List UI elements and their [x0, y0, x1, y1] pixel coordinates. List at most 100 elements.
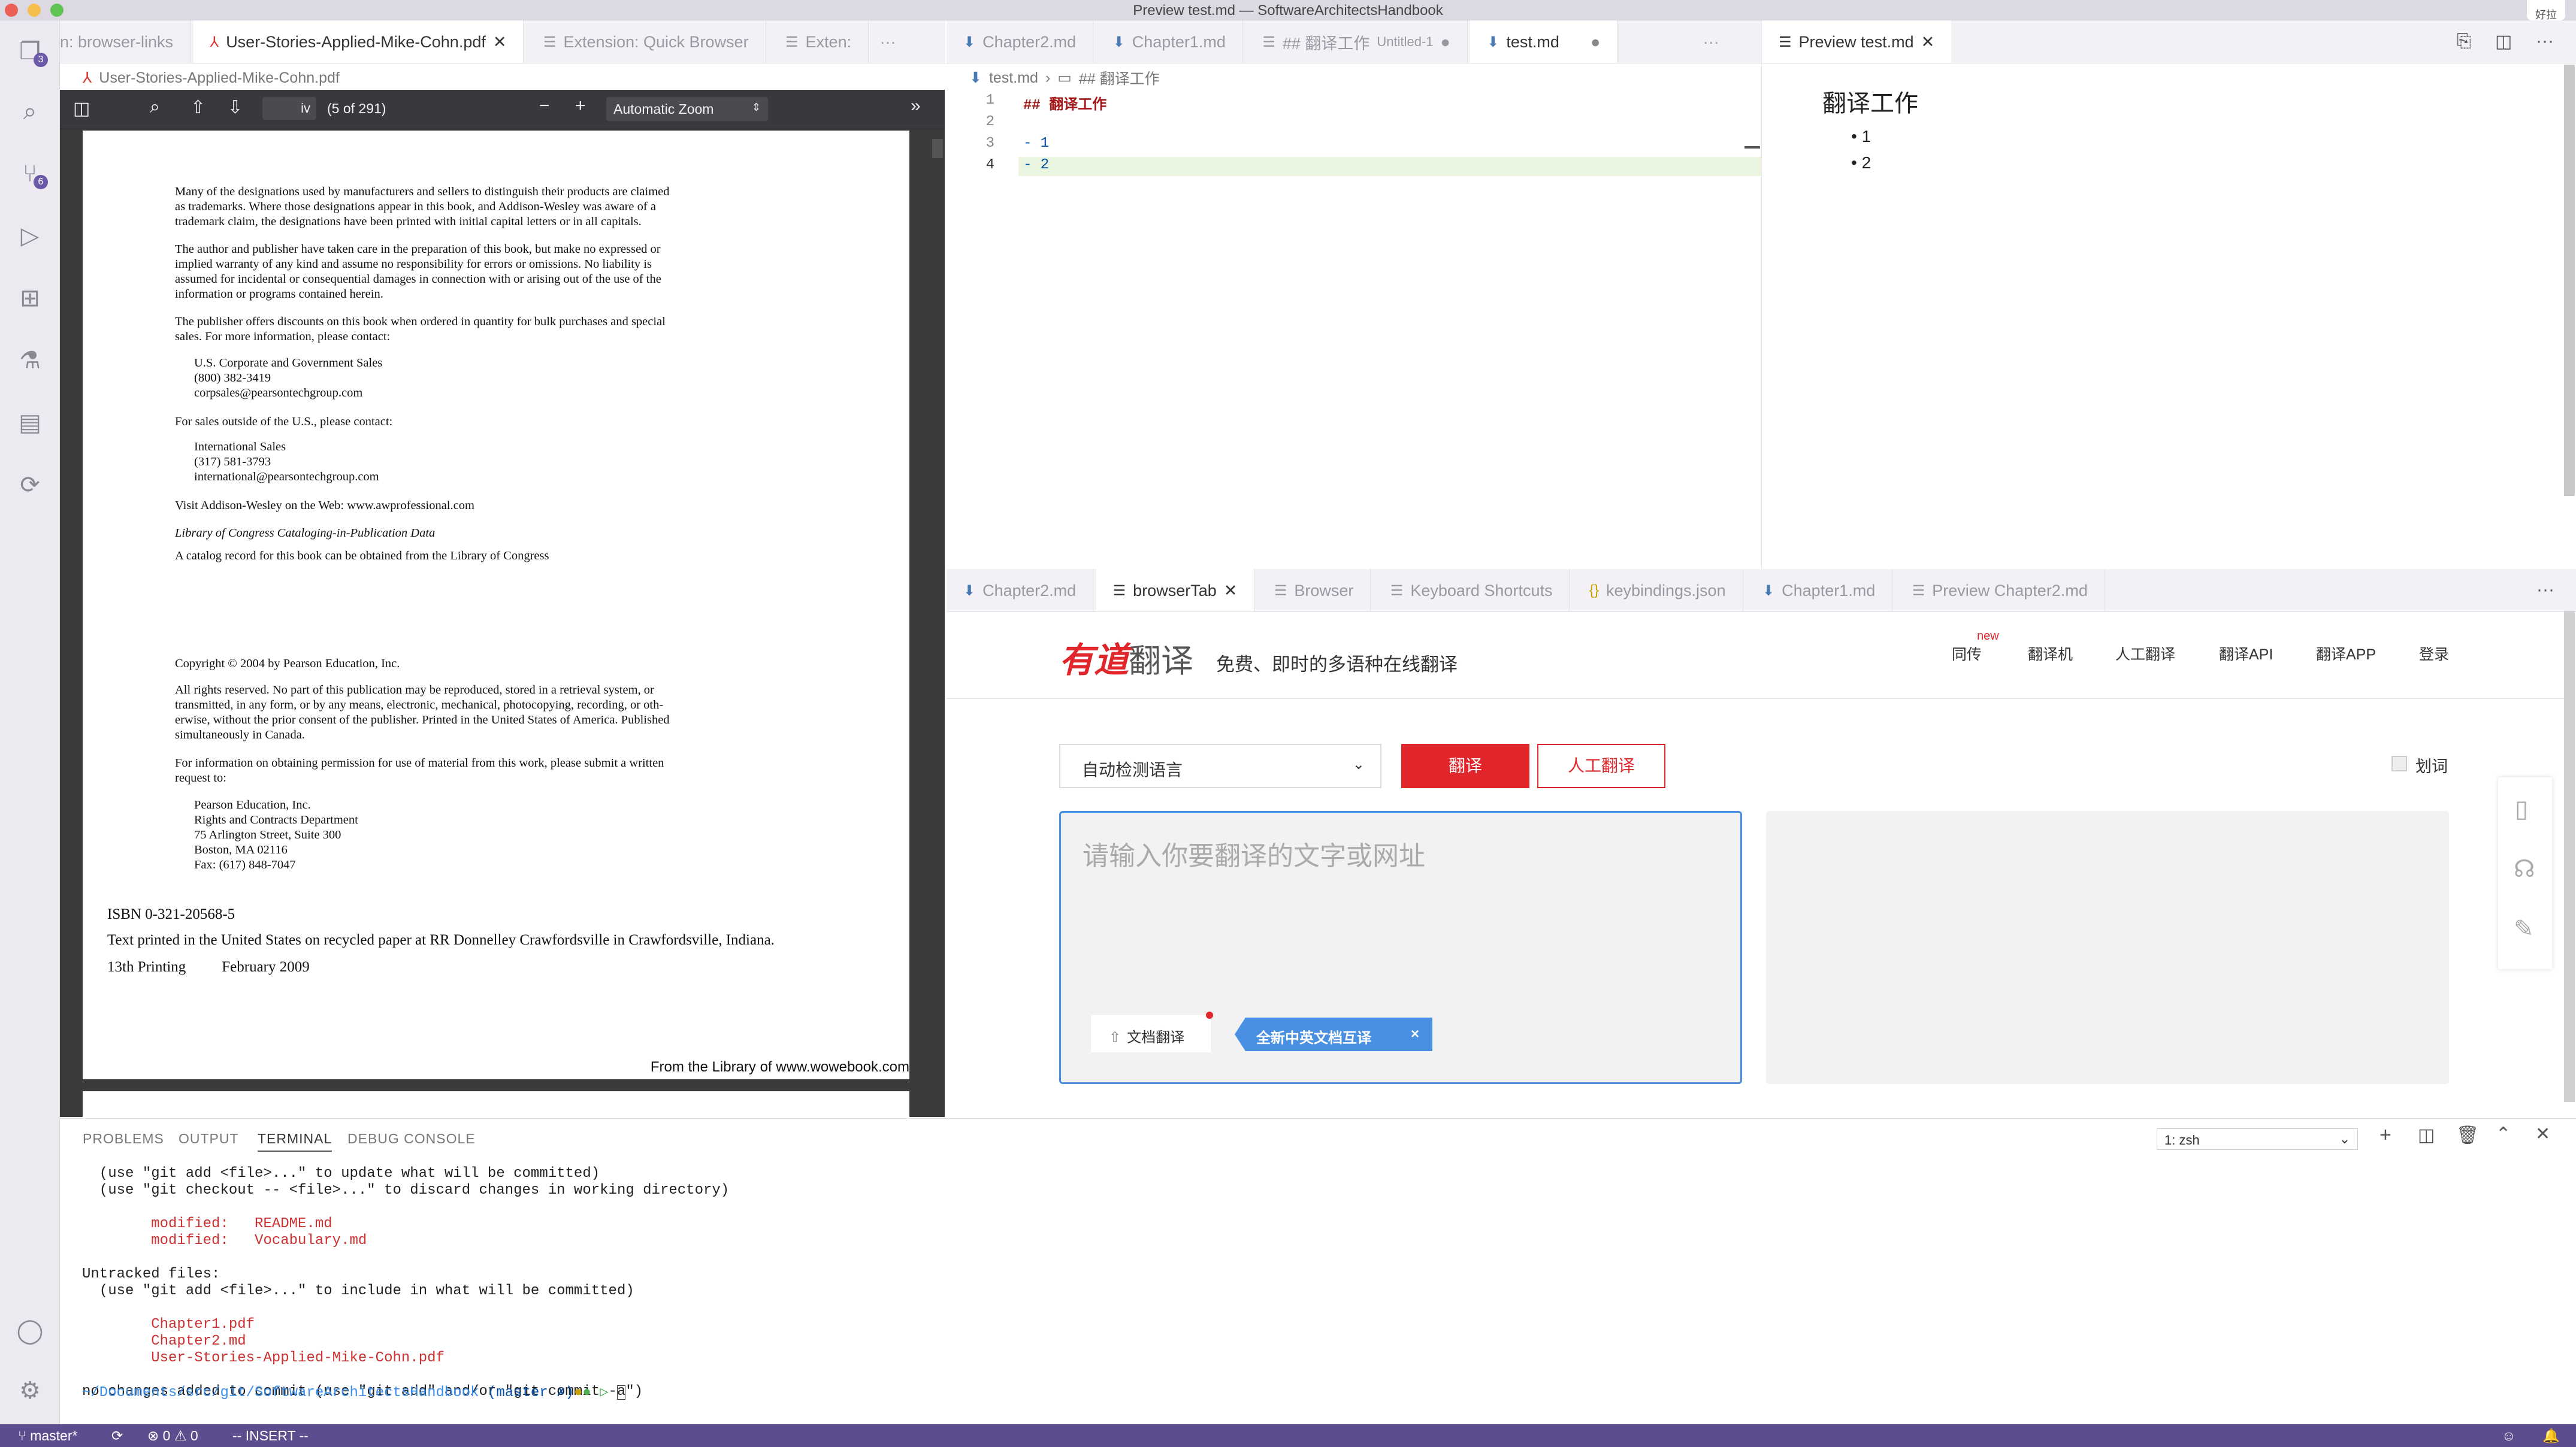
mobile-icon[interactable]: ▯ [2515, 795, 2528, 823]
tab-chapter2[interactable]: ⬇ Chapter2.md [947, 569, 1094, 612]
breadcrumb-file[interactable]: test.md [989, 69, 1038, 87]
zoom-out-icon[interactable]: − [539, 96, 550, 116]
testing-flask-icon[interactable]: ⚗ [13, 344, 47, 377]
tab-browsertab[interactable]: ☰ browserTab ✕ [1096, 569, 1255, 612]
more-actions-icon[interactable]: ··· [872, 20, 905, 63]
chevron-right-icon: › [1045, 69, 1051, 86]
more-actions-icon[interactable]: ··· [1692, 20, 1730, 63]
tools-chevron-icon[interactable]: » [911, 96, 921, 116]
youdao-logo[interactable]: 有道翻译 [1059, 632, 1193, 682]
promo-banner[interactable]: 全新中英文档互译 × [1235, 1018, 1432, 1051]
previous-page-icon[interactable]: ⇧ [191, 97, 205, 118]
problems-status[interactable]: ⊗ 0 ⚠ 0 [147, 1428, 198, 1444]
next-page-icon[interactable]: ⇩ [228, 97, 243, 118]
word-pick-checkbox[interactable] [2391, 756, 2407, 771]
tab-extension-quick-browser[interactable]: ☰ Extension: Quick Browser [527, 20, 766, 63]
terminal-line: modified: Vocabulary.md [82, 1233, 367, 1249]
terminal-output[interactable]: (use "git add <file>..." to update what … [82, 1166, 729, 1400]
logo-red-text: 有道 [1059, 641, 1129, 680]
tab-preview-chapter2[interactable]: ☰ Preview Chapter2.md [1895, 569, 2105, 612]
nav-translator-device[interactable]: 翻译机 [2028, 643, 2073, 664]
browser-preview-icon[interactable]: ▤ [13, 406, 47, 440]
tab-terminal[interactable]: TERMINAL [258, 1131, 332, 1152]
tab-chapter2[interactable]: ⬇ Chapter2.md [947, 20, 1094, 63]
explorer-icon[interactable]: ❐ 3 [13, 35, 48, 68]
breadcrumb-symbol[interactable]: ## 翻译工作 [1079, 67, 1160, 89]
zoom-select[interactable]: Automatic Zoom ⇕ [606, 97, 768, 121]
close-tab-icon[interactable]: ✕ [1921, 33, 1935, 52]
open-source-icon[interactable]: ⎘ [2457, 31, 2471, 52]
human-translate-button[interactable]: 人工翻译 [1537, 744, 1665, 788]
new-terminal-icon[interactable]: + [2380, 1124, 2391, 1147]
sync-icon[interactable]: ⟳ [13, 468, 47, 502]
tab-untitled[interactable]: ☰ ## 翻译工作 Untitled-1 ● [1245, 20, 1468, 63]
code-line[interactable]: - 1 [1023, 135, 1049, 152]
nav-translate-app[interactable]: 翻译APP [2316, 643, 2376, 664]
close-panel-icon[interactable]: ✕ [2535, 1124, 2550, 1145]
tab-browser-links[interactable]: n: browser-links [60, 20, 191, 63]
close-tab-icon[interactable]: ✕ [493, 33, 507, 52]
zoom-in-icon[interactable]: + [575, 96, 586, 116]
branch-status[interactable]: ⑂ master* [18, 1428, 77, 1444]
split-editor-icon[interactable]: ◫ [2495, 31, 2512, 52]
feedback-icon[interactable]: ☺ [2502, 1428, 2515, 1444]
tab-problems[interactable]: PROBLEMS [83, 1131, 164, 1147]
nav-login[interactable]: 登录 [2419, 643, 2449, 664]
markdown-file-icon: ⬇ [1762, 582, 1775, 599]
tab-description: Untitled-1 [1377, 34, 1434, 49]
tab-pdf[interactable]: ⅄ User-Stories-Applied-Mike-Cohn.pdf ✕ [193, 20, 524, 63]
language-select[interactable]: 自动检测语言 ⌄ [1059, 744, 1381, 788]
maximize-panel-icon[interactable]: ⌃ [2496, 1124, 2511, 1145]
nav-tongchuan[interactable]: 同传 new [1952, 629, 1999, 664]
pdf-breadcrumb[interactable]: ⅄ User-Stories-Applied-Mike-Cohn.pdf [83, 65, 340, 91]
kill-terminal-icon[interactable]: 🗑 [2456, 1125, 2479, 1146]
notifications-bell-icon[interactable]: 🔔 [2542, 1428, 2560, 1444]
tab-chapter1[interactable]: ⬇ Chapter1.md [1746, 569, 1893, 612]
page-number-input[interactable]: iv [262, 97, 316, 120]
terminal-select[interactable]: 1: zsh ⌄ [2157, 1128, 2358, 1150]
settings-gear-icon[interactable]: ⚙ [13, 1374, 47, 1407]
tab-browser[interactable]: ☰ Browser [1257, 569, 1371, 612]
tab-keybindings[interactable]: {} keybindings.json [1573, 569, 1743, 612]
preview-scrollbar[interactable] [2564, 65, 2575, 496]
pdf-scrollbar-thumb[interactable] [932, 139, 943, 158]
sidebar-toggle-icon[interactable]: ◫ [73, 98, 90, 119]
account-icon[interactable]: ◯ [13, 1314, 47, 1348]
browser-scrollbar[interactable] [2564, 611, 2575, 1102]
translate-button[interactable]: 翻译 [1401, 744, 1529, 788]
source-control-icon[interactable]: ⑂ 6 [13, 157, 48, 190]
tab-extension[interactable]: ☰ Exten: [769, 20, 869, 63]
nav-human-translation[interactable]: 人工翻译 [2115, 643, 2175, 664]
preview-list-item: • 2 [1851, 153, 1871, 172]
more-actions-icon[interactable]: ··· [2536, 580, 2554, 600]
tab-preview-test[interactable]: ☰ Preview test.md ✕ [1762, 20, 1952, 63]
text-line: Many of the designations used by manufac… [175, 185, 670, 198]
tab-keyboard-shortcuts[interactable]: ☰ Keyboard Shortcuts [1374, 569, 1570, 612]
tab-output[interactable]: OUTPUT [179, 1131, 239, 1147]
sync-icon[interactable]: ⟳ [111, 1428, 123, 1444]
more-actions-icon[interactable]: ··· [2536, 31, 2554, 52]
code-line[interactable]: ## 翻译工作 [1023, 92, 1106, 114]
unsaved-dot-icon[interactable]: ● [1441, 33, 1450, 52]
text-line: For information on obtaining permission … [175, 756, 664, 770]
nav-translate-api[interactable]: 翻译API [2219, 643, 2273, 664]
close-tab-icon[interactable]: ✕ [1224, 582, 1238, 600]
feedback-edit-icon[interactable]: ✎ [2514, 915, 2534, 943]
document-translate-button[interactable]: ⇧ 文档翻译 [1091, 1012, 1213, 1052]
split-terminal-icon[interactable]: ◫ [2418, 1125, 2435, 1146]
file-icon: ☰ [1262, 34, 1275, 50]
search-icon[interactable]: ⌕ [13, 95, 47, 128]
support-headset-icon[interactable]: ☊ [2514, 855, 2535, 883]
promo-close-icon[interactable]: × [1411, 1026, 1419, 1043]
tab-debug-console[interactable]: DEBUG CONSOLE [347, 1131, 476, 1147]
tab-chapter1[interactable]: ⬇ Chapter1.md [1096, 20, 1243, 63]
unsaved-dot-icon[interactable]: ● [1591, 33, 1600, 52]
terminal-prompt[interactable]: ~/Documents/src/git/SoftwareArchitectsHa… [82, 1385, 626, 1401]
extensions-icon[interactable]: ⊞ [13, 281, 47, 315]
run-debug-icon[interactable]: ▷ [13, 219, 47, 253]
tab-test-md[interactable]: ⬇ test.md ● [1470, 20, 1618, 63]
code-line[interactable]: - 2 [1023, 157, 1049, 173]
find-icon[interactable]: ⌕ [150, 97, 160, 117]
source-text-input[interactable]: 请输入你要翻译的文字或网址 ⇧ 文档翻译 全新中英文档互译 × [1059, 811, 1742, 1084]
